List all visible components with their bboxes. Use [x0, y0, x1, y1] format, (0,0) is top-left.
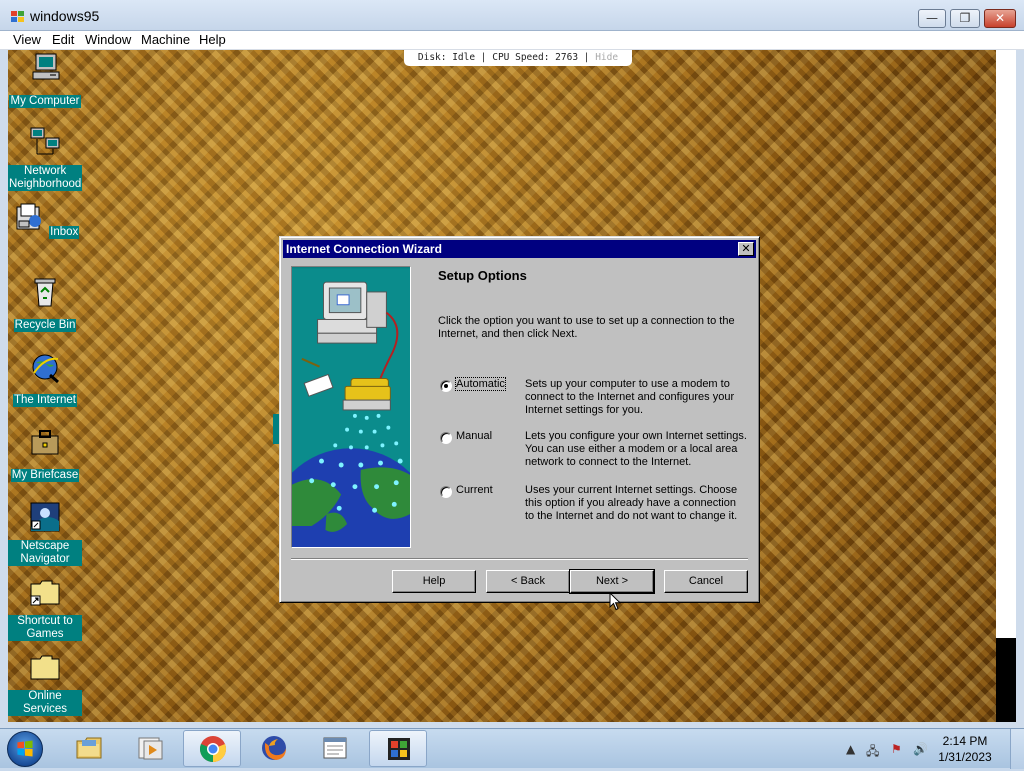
show-hidden-icons[interactable]: ▲ — [846, 742, 855, 756]
internet-connection-wizard: Internet Connection Wizard ✕ Setup Optio… — [279, 236, 760, 603]
taskbar-chrome[interactable] — [183, 730, 241, 767]
hide-status-link[interactable]: Hide — [595, 52, 618, 63]
maximize-icon: ❐ — [959, 11, 971, 25]
radio-manual[interactable] — [440, 432, 452, 444]
desktop-icon-label: Recycle Bin — [13, 319, 77, 332]
desktop-icon-the-internet[interactable]: The Internet — [8, 351, 82, 408]
desktop-icon-netscape-navigator[interactable]: Netscape Navigator — [8, 501, 82, 567]
host-menubar: View Edit Window Machine Help — [0, 31, 1024, 50]
windows-logo-icon — [17, 740, 33, 757]
desktop-icon-label: Online Services — [8, 690, 82, 716]
desktop-icon-label: Shortcut to Games — [8, 615, 82, 641]
next-button[interactable]: Next > — [569, 569, 655, 594]
maximize-button[interactable]: ❐ — [950, 9, 980, 28]
win95-desktop[interactable]: My Computer Network Neighborhood Inbox R… — [8, 50, 996, 722]
option-manual-label[interactable]: Manual — [456, 430, 492, 442]
emulator-status-bar: Disk: Idle | CPU Speed: 2763 | Hide — [404, 50, 632, 66]
desktop-icon-label: My Computer — [9, 95, 81, 108]
taskbar-notepad[interactable] — [306, 730, 364, 767]
inbox-icon — [16, 203, 41, 230]
volume-icon[interactable]: 🔊 — [913, 742, 928, 756]
desktop-icon-my-computer[interactable]: My Computer — [8, 52, 82, 109]
option-automatic-description: Sets up your computer to use a modem to … — [525, 378, 735, 416]
desktop-icon-shortcut-to-games[interactable]: Shortcut to Games — [8, 576, 82, 642]
host-window-title: windows95 — [30, 8, 100, 24]
option-current-label[interactable]: Current — [456, 484, 493, 496]
internet-explorer-icon — [32, 354, 59, 384]
host-titlebar: windows95 — ❐ ✕ — [0, 0, 1024, 31]
option-automatic-label[interactable]: Automatic — [455, 377, 506, 391]
close-icon: ✕ — [741, 242, 751, 255]
host-taskbar: ▲ 🖧 ⚑ 🔊 2:14 PM 1/31/2023 — [0, 728, 1024, 769]
menu-edit[interactable]: Edit — [52, 32, 74, 47]
explorer-icon — [76, 737, 102, 759]
taskbar-explorer[interactable] — [60, 730, 118, 767]
minimize-icon: — — [926, 11, 938, 25]
menu-view[interactable]: View — [13, 32, 41, 47]
desktop-icon-label: My Briefcase — [10, 469, 80, 482]
start-button[interactable] — [7, 731, 43, 767]
folder-shortcut-icon — [30, 580, 60, 606]
windows95-icon — [388, 738, 410, 760]
minimize-button[interactable]: — — [918, 9, 946, 28]
wizard-titlebar[interactable]: Internet Connection Wizard ✕ — [283, 240, 756, 258]
side-strip-dark — [996, 638, 1016, 722]
chrome-icon — [200, 736, 226, 762]
taskbar-media-player[interactable] — [121, 730, 179, 767]
desktop-icon-network-neighborhood[interactable]: Network Neighborhood — [8, 126, 83, 192]
option-current-description: Uses your current Internet settings. Cho… — [525, 484, 738, 522]
menu-machine[interactable]: Machine — [141, 32, 190, 47]
wizard-close-button[interactable]: ✕ — [738, 242, 754, 256]
radio-automatic[interactable] — [440, 380, 452, 392]
mouse-cursor-icon — [609, 592, 621, 611]
briefcase-icon — [31, 430, 59, 455]
host-frame-left — [0, 50, 8, 724]
desktop-icon-my-briefcase[interactable]: My Briefcase — [8, 426, 82, 483]
recycle-bin-icon — [34, 278, 56, 307]
notepad-icon — [323, 737, 347, 759]
folder-icon — [30, 655, 60, 680]
taskbar-firefox[interactable] — [245, 730, 303, 767]
network-neighborhood-icon — [30, 127, 60, 155]
desktop-icon-inbox[interactable]: Inbox — [8, 201, 82, 240]
emulator-status-text: Disk: Idle | CPU Speed: 2763 | — [417, 52, 596, 63]
radio-current[interactable] — [440, 486, 452, 498]
media-player-icon — [138, 737, 163, 760]
wizard-separator — [291, 558, 748, 560]
close-button[interactable]: ✕ — [984, 9, 1016, 28]
windows95-app-icon — [11, 11, 24, 22]
clock-date[interactable]: 1/31/2023 — [930, 750, 1000, 764]
desktop-icon-online-services[interactable]: Online Services — [8, 651, 82, 717]
wizard-intro-text: Click the option you want to use to set … — [438, 315, 735, 340]
network-icon[interactable]: 🖧 — [866, 742, 879, 763]
host-frame-right — [1016, 50, 1024, 724]
firefox-icon — [262, 736, 286, 760]
desktop-icon-recycle-bin[interactable]: Recycle Bin — [8, 276, 82, 333]
help-button[interactable]: Help — [392, 570, 476, 593]
desktop-icon-label: Inbox — [49, 226, 80, 239]
wizard-heading: Setup Options — [438, 268, 527, 283]
netscape-icon — [30, 502, 60, 532]
radio-selected-dot — [444, 384, 448, 388]
desktop-icon-label: The Internet — [12, 394, 77, 407]
action-center-flag-icon[interactable]: ⚑ — [891, 742, 902, 756]
back-button[interactable]: < Back — [486, 570, 570, 593]
desktop-icon-label: Network Neighborhood — [8, 165, 83, 191]
close-icon: ✕ — [994, 11, 1006, 25]
emulator-side-strip — [996, 50, 1016, 722]
taskbar-windows95[interactable] — [369, 730, 427, 767]
desktop-icon-label: Netscape Navigator — [8, 540, 82, 566]
cancel-button[interactable]: Cancel — [664, 570, 748, 593]
menu-help[interactable]: Help — [199, 32, 226, 47]
show-desktop-button[interactable] — [1010, 729, 1024, 769]
wizard-illustration — [291, 266, 411, 548]
menu-window[interactable]: Window — [85, 32, 131, 47]
wizard-title: Internet Connection Wizard — [286, 242, 442, 256]
option-manual-description: Lets you configure your own Internet set… — [525, 430, 747, 468]
my-computer-icon — [32, 53, 60, 80]
clock-time[interactable]: 2:14 PM — [930, 734, 1000, 748]
